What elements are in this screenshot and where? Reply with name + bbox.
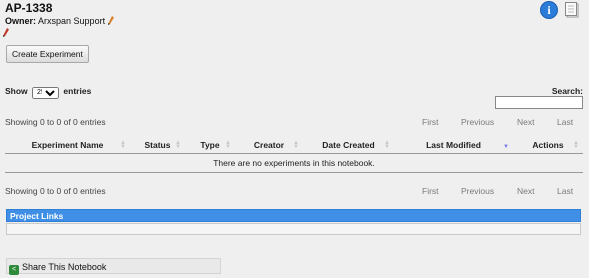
pager-last-top[interactable]: Last [557,117,573,127]
pager-first-top[interactable]: First [422,117,439,127]
owner-name: Arxspan Support [38,16,106,26]
document-icon[interactable] [565,2,579,18]
sort-icon: ▲ ▼ [573,140,579,150]
pencil-icon[interactable] [107,16,114,25]
experiments-table: Experiment Name ▲ ▼ Status ▲ ▼ Type ▲ ▼ Creato… [5,137,583,173]
owner-line: Owner: Arxspan Support [5,16,114,26]
col-status[interactable]: Status ▲ ▼ [130,137,185,154]
owner-label: Owner: [5,16,37,26]
page-size-select[interactable]: 25 [32,86,60,99]
empty-table-message: There are no experiments in this noteboo… [5,153,583,173]
share-notebook-button[interactable]: < Share This Notebook [6,258,221,275]
pager-previous-top[interactable]: Previous [461,117,494,127]
share-label: Share This Notebook [22,262,107,272]
col-date-created[interactable]: Date Created ▲ ▼ [303,137,394,154]
table-info-top: Showing 0 to 0 of 0 entries [5,117,106,127]
sort-icon: ▲ ▼ [384,140,390,150]
create-experiment-button[interactable]: Create Experiment [6,45,89,63]
page-title: AP-1338 [5,1,53,15]
show-label: Show [5,86,28,96]
col-creator[interactable]: Creator ▲ ▼ [235,137,303,154]
sort-icon: ▲ ▼ [120,140,126,150]
sort-desc-icon: ▼ [503,144,509,150]
pencil-icon[interactable] [3,28,9,37]
col-actions[interactable]: Actions ▲ ▼ [513,137,583,154]
table-header-row: Experiment Name ▲ ▼ Status ▲ ▼ Type ▲ ▼ Creato… [5,137,583,154]
info-icon[interactable]: i [540,1,558,19]
table-info-bottom: Showing 0 to 0 of 0 entries [5,186,106,196]
pager-first-bottom[interactable]: First [422,186,439,196]
page-size-control: Show 25 entries [5,86,91,99]
col-last-modified[interactable]: Last Modified ▼ [394,137,513,154]
project-links-header[interactable]: Project Links [6,209,581,222]
col-experiment-name[interactable]: Experiment Name ▲ ▼ [5,137,130,154]
pager-next-bottom[interactable]: Next [517,186,534,196]
pager-last-bottom[interactable]: Last [557,186,573,196]
share-icon: < [9,265,19,275]
project-links-panel [6,223,581,235]
sort-icon: ▲ ▼ [293,140,299,150]
pager-previous-bottom[interactable]: Previous [461,186,494,196]
table-row: There are no experiments in this noteboo… [5,153,583,173]
entries-label: entries [63,86,92,96]
sort-icon: ▲ ▼ [225,140,231,150]
search-label: Search: [551,86,583,96]
sort-icon: ▲ ▼ [175,140,181,150]
pager-next-top[interactable]: Next [517,117,534,127]
col-type[interactable]: Type ▲ ▼ [185,137,235,154]
search-input[interactable] [495,96,583,109]
